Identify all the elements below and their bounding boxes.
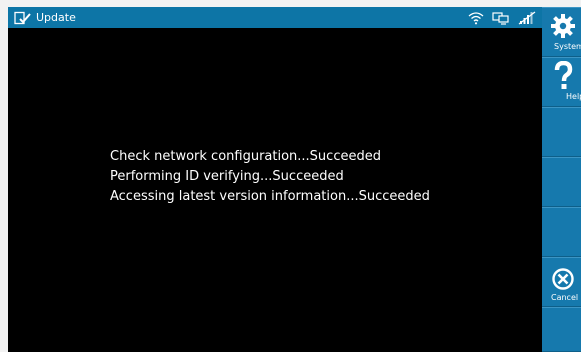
log-line: Performing ID verifying...Succeeded — [110, 169, 344, 184]
app-title: Update — [36, 11, 76, 24]
help-label: Help — [566, 92, 581, 101]
sidebar-empty-button[interactable] — [542, 107, 581, 157]
help-button[interactable]: Help — [542, 57, 581, 107]
gear-icon — [548, 11, 578, 41]
right-sidebar: System Help Cancel — [542, 7, 581, 352]
device-screen: Update Check network configuration...Suc… — [8, 7, 581, 352]
sidebar-empty-button[interactable] — [542, 157, 581, 207]
log-line: Accessing latest version information...S… — [110, 189, 430, 204]
system-button[interactable]: System — [542, 7, 581, 57]
update-log-panel: Check network configuration...Succeeded … — [8, 28, 542, 352]
question-mark-icon — [548, 61, 578, 91]
network-monitor-icon — [492, 11, 510, 25]
update-icon — [14, 11, 32, 25]
log-line: Check network configuration...Succeeded — [110, 149, 381, 164]
system-label: System — [554, 42, 581, 51]
status-icons — [468, 9, 536, 26]
title-bar: Update — [8, 7, 542, 28]
cancel-icon — [548, 264, 578, 294]
cancel-button[interactable]: Cancel — [542, 257, 581, 307]
cancel-label: Cancel — [551, 293, 579, 302]
sidebar-empty-button[interactable] — [542, 207, 581, 257]
wifi-icon — [468, 11, 484, 25]
update-log: Check network configuration...Succeeded … — [110, 147, 430, 207]
signal-disabled-icon — [518, 10, 536, 25]
sidebar-empty-button[interactable] — [542, 307, 581, 352]
